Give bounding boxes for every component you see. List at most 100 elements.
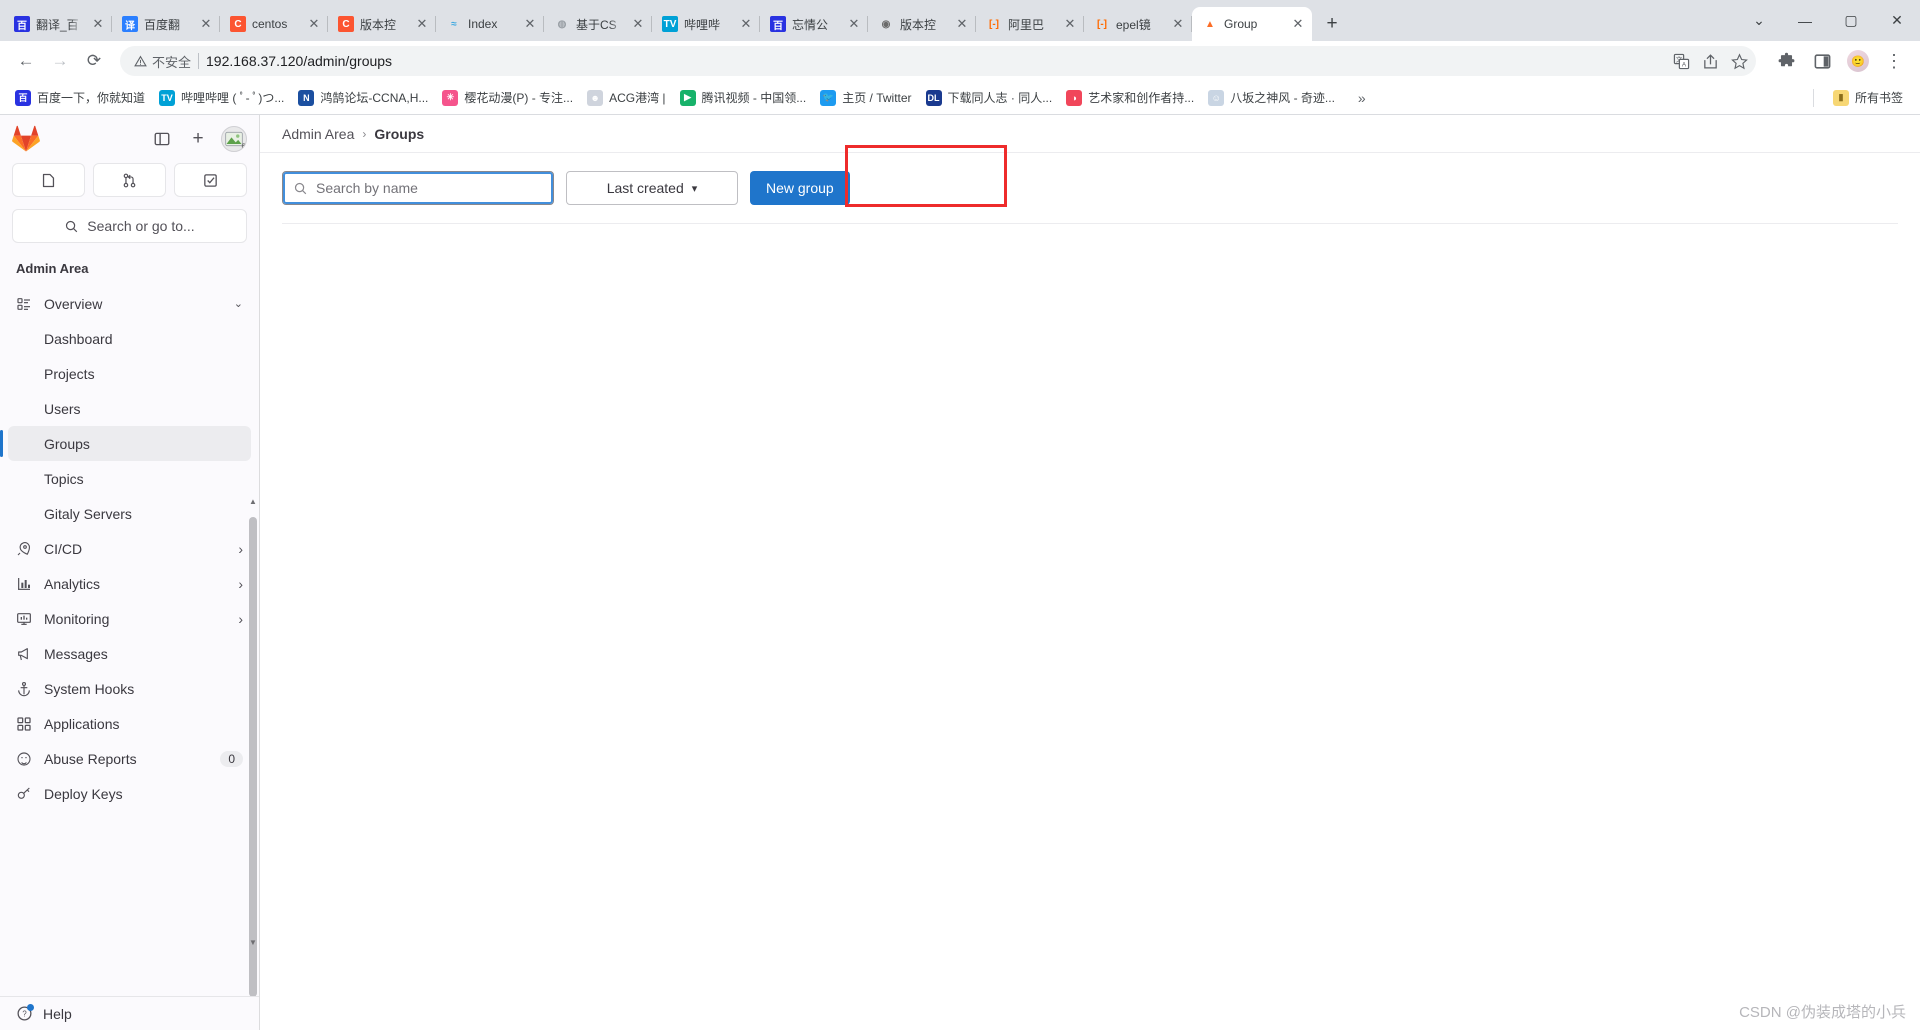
sidebar-item-analytics[interactable]: Analytics › [8,566,251,601]
tab-close-icon[interactable]: ✕ [954,16,970,32]
browser-tab[interactable]: 百忘情公 ✕ [760,7,868,41]
todos-icon[interactable] [174,163,247,197]
extensions-button[interactable] [1770,45,1802,77]
sidebar-item-gitaly-servers[interactable]: Gitaly Servers [8,496,251,531]
issues-icon[interactable] [12,163,85,197]
tab-close-icon[interactable]: ✕ [738,16,754,32]
browser-tab[interactable]: ▲ Group ✕ [1192,7,1312,41]
profile-avatar[interactable]: 🙂 [1842,45,1874,77]
tab-close-icon[interactable]: ✕ [198,16,214,32]
bookmark-item[interactable]: DL 下载同人志 · 同人... [919,85,1060,110]
browser-tab[interactable]: 百翻译_百 ✕ [4,7,112,41]
reload-button[interactable]: ⟳ [78,45,110,77]
browser-tab[interactable]: ◍ 基于CS ✕ [544,7,652,41]
scroll-down-arrow[interactable]: ▼ [249,938,257,947]
tencent-video-icon: ▶ [679,89,696,106]
sidebar-item-projects[interactable]: Projects [8,356,251,391]
sidebar-item-label: Topics [44,470,84,487]
tab-close-icon[interactable]: ✕ [630,16,646,32]
bookmark-item[interactable]: ✳ 樱花动漫(P) - 专注... [435,85,580,110]
merge-requests-icon[interactable] [93,163,166,197]
tab-close-icon[interactable]: ✕ [414,16,430,32]
search-input[interactable] [316,180,543,196]
tab-close-icon[interactable]: ✕ [1290,16,1306,32]
sidebar-item-topics[interactable]: Topics [8,461,251,496]
sidebar-item-users[interactable]: Users [8,391,251,426]
bookmark-item[interactable]: ◑ 艺术家和创作者持... [1059,85,1201,110]
all-bookmarks-button[interactable]: ▮ 所有书签 [1826,85,1910,110]
bookmark-item[interactable]: ☺ 八坂之神风 - 奇迹... [1201,85,1342,110]
scroll-up-arrow[interactable]: ▲ [249,497,257,506]
sidebar-item-deploy-keys[interactable]: Deploy Keys [8,776,251,811]
sidebar-item-applications[interactable]: Applications [8,706,251,741]
sidebar-nav-scroll: Admin Area Overview ⌄ Dashboard Projects Use… [0,253,259,996]
honghu-icon: N [298,89,315,106]
tab-close-icon[interactable]: ✕ [846,16,862,32]
maximize-button[interactable]: ▢ [1828,0,1874,41]
new-tab-button[interactable]: + [1318,10,1346,38]
not-secure-indicator[interactable]: 不安全 [134,52,191,71]
bookmarks-overflow-button[interactable]: » [1350,88,1374,108]
three-dot-menu-icon[interactable]: ⋮ [1878,45,1910,77]
tab-close-icon[interactable]: ✕ [90,16,106,32]
translate-icon[interactable]: 文 A [1673,53,1690,70]
browser-tab[interactable]: C 版本控 ✕ [328,7,436,41]
sidebar-item-messages[interactable]: Messages [8,636,251,671]
browser-tab[interactable]: 译百度翻 ✕ [112,7,220,41]
tab-search-button[interactable]: ⌄ [1736,0,1782,41]
sidebar-item-overview[interactable]: Overview ⌄ [8,286,251,321]
tab-label: Group [1224,17,1258,31]
bookmark-item[interactable]: TV 哔哩哔哩 ( ﾟ- ﾟ)つ... [152,85,291,110]
dl-icon: DL [925,89,942,106]
bookmark-item[interactable]: 🐦 主页 / Twitter [813,85,918,110]
minimize-button[interactable]: — [1782,0,1828,41]
tab-close-icon[interactable]: ✕ [1170,16,1186,32]
bookmark-item[interactable]: N 鸿鹄论坛-CCNA,H... [291,85,435,110]
sidebar-scrollbar[interactable]: ▲ ▼ [249,497,257,996]
tab-label: 哔哩哔 [684,17,721,32]
back-button[interactable]: ← [10,45,42,77]
bookmark-item[interactable]: ☻ ACG港湾 | [580,85,672,110]
tab-close-icon[interactable]: ✕ [522,16,538,32]
chevron-right-icon[interactable]: › [238,611,243,627]
browser-tab[interactable]: TV 哔哩哔 ✕ [652,7,760,41]
scrollbar-thumb[interactable] [249,517,257,996]
tab-label: Index [468,17,498,31]
sidebar-item-help[interactable]: ? Help [0,996,259,1030]
bookmark-star-icon[interactable] [1731,52,1748,70]
close-window-button[interactable]: ✕ [1874,0,1920,41]
chevron-right-icon[interactable]: › [238,576,243,592]
sidebar-item-groups[interactable]: Groups [0,426,251,461]
browser-tab[interactable]: [-] epel镜 ✕ [1084,7,1192,41]
new-group-button[interactable]: New group [750,171,850,205]
sidebar-item-ci-cd[interactable]: CI/CD › [8,531,251,566]
sidebar-toggle-icon[interactable] [149,126,175,152]
sort-dropdown[interactable]: Last created ▾ [566,171,738,205]
forward-button[interactable]: → [44,45,76,77]
sidebar-item-abuse-reports[interactable]: Abuse Reports 0 [8,741,251,776]
address-bar[interactable]: 不安全 192.168.37.120/admin/groups 文 A [120,46,1756,76]
user-avatar[interactable]: a [221,126,247,152]
browser-tab[interactable]: [-] 阿里巴 ✕ [976,7,1084,41]
browser-tab[interactable]: ◉ 版本控 ✕ [868,7,976,41]
chevron-down-icon[interactable]: ⌄ [234,297,243,310]
search-by-name-field[interactable] [282,171,554,205]
sidebar-item-label: Analytics [44,575,101,592]
browser-tab[interactable]: Ccentos ✕ [220,7,328,41]
chevron-right-icon[interactable]: › [238,541,243,557]
side-panel-button[interactable] [1806,45,1838,77]
bookmark-item[interactable]: ▶ 腾讯视频 - 中国领... [673,85,814,110]
gitlab-logo[interactable] [12,125,40,153]
create-new-button[interactable]: + [185,126,211,152]
sidebar-item-system-hooks[interactable]: System Hooks [8,671,251,706]
sidebar-item-monitoring[interactable]: Monitoring › [8,601,251,636]
window-controls: ⌄ — ▢ ✕ [1736,0,1920,41]
bookmark-item[interactable]: 百百度一下，你就知道 [8,85,152,110]
tab-close-icon[interactable]: ✕ [306,16,322,32]
sidebar-item-dashboard[interactable]: Dashboard [8,321,251,356]
browser-tab[interactable]: ≈ Index ✕ [436,7,544,41]
sidebar-search-button[interactable]: Search or go to... [12,209,247,243]
breadcrumb-root[interactable]: Admin Area [282,126,354,142]
share-icon[interactable] [1702,53,1719,70]
tab-close-icon[interactable]: ✕ [1062,16,1078,32]
